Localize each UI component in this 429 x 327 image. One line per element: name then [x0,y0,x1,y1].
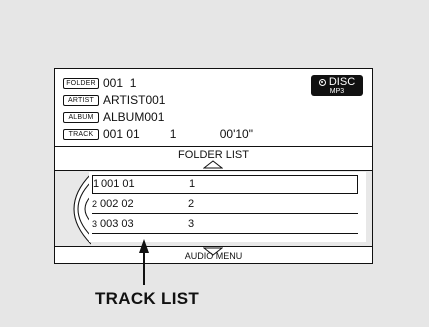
callout-arrow-icon [139,239,149,285]
disc-icon [318,78,326,86]
track-tag: TRACK [63,128,99,140]
track-list-item[interactable]: 3 003 03 3 [92,216,358,233]
divider [55,170,372,171]
track-index: 2 [92,199,98,209]
track-list: 1 001 01 1 2 002 02 2 3 003 03 3 [89,172,366,242]
album-row: ALBUM ALBUM001 [63,110,164,124]
divider [92,213,358,214]
format-label: MP3 [329,88,345,95]
divider [55,146,372,147]
audio-display: FOLDER 001 1 ARTIST ARTIST001 ALBUM ALBU… [54,68,373,264]
divider [92,233,358,234]
track-list-area: 1 001 01 1 2 002 02 2 3 003 03 3 [55,170,372,247]
folder-value: 001 1 [103,76,137,90]
now-playing-info: FOLDER 001 1 ARTIST ARTIST001 ALBUM ALBU… [55,69,372,145]
track-index: 1 [93,178,100,190]
track-number: 3 [188,218,195,230]
album-value: ALBUM001 [103,110,165,124]
folder-row: FOLDER 001 1 [63,76,136,90]
track-code: 002 02 [100,198,134,210]
track-value: 001 01 1 00'10" [103,127,253,141]
track-code: 003 03 [100,218,134,230]
artist-row: ARTIST ARTIST001 [63,93,165,107]
track-list-item[interactable]: 1 001 01 1 [92,175,358,194]
track-number: 2 [188,198,195,210]
track-number: 1 [189,178,196,190]
track-row: TRACK 001 01 1 00'10" [63,127,253,141]
track-list-item[interactable]: 2 002 02 2 [92,196,358,213]
artist-value: ARTIST001 [103,93,166,107]
track-index: 3 [92,219,98,229]
folder-tag: FOLDER [63,77,99,89]
scroll-up-icon[interactable] [203,160,223,169]
track-code: 001 01 [101,178,135,190]
disc-source-badge: DISC MP3 [311,75,363,96]
album-tag: ALBUM [63,111,99,123]
audio-menu-label[interactable]: AUDIO MENU [55,251,372,261]
disc-label: DISC [328,76,356,88]
artist-tag: ARTIST [63,94,99,106]
track-list-caption: TRACK LIST [95,289,200,308]
disc-graphic-icon [73,173,91,245]
